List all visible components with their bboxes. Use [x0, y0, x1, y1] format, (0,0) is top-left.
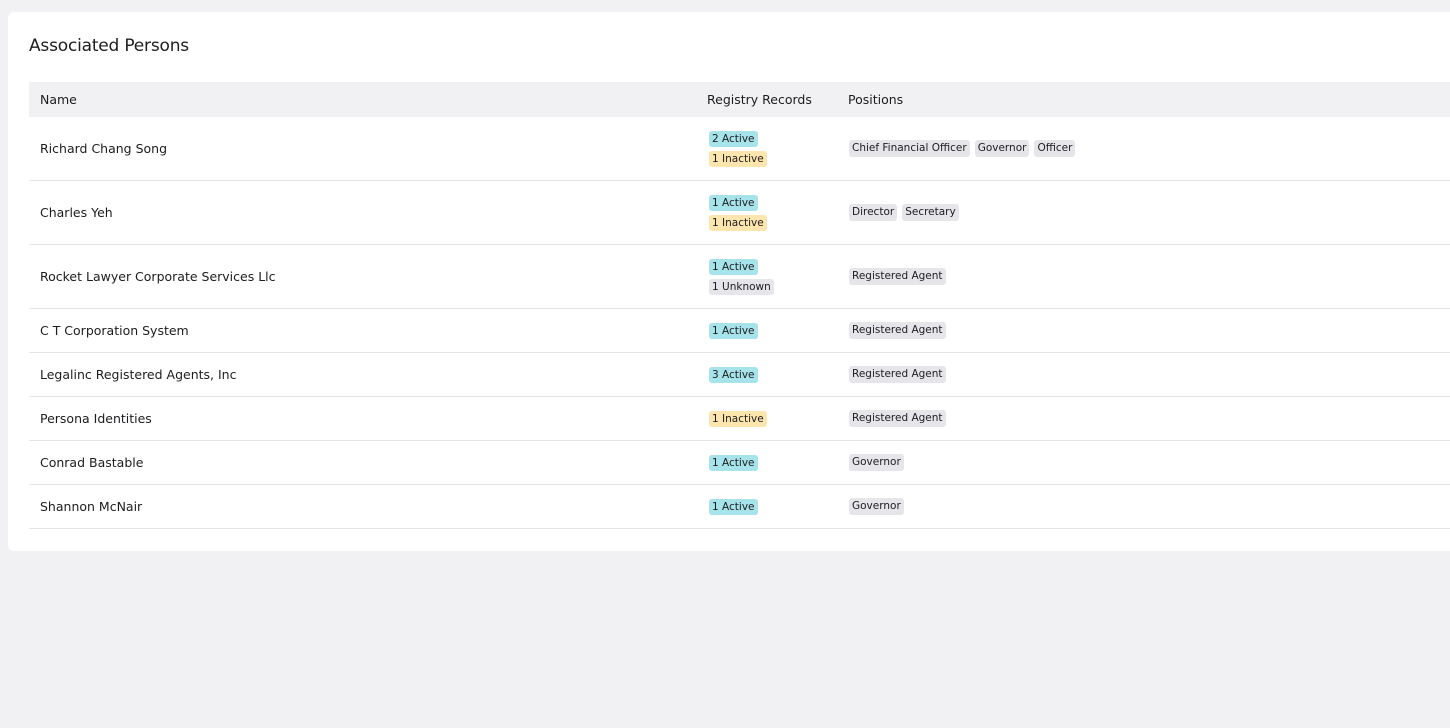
position-tag: Registered Agent [849, 322, 946, 339]
position-tag: Governor [849, 498, 904, 515]
registry-records-cell: 2 Active 1 Inactive [697, 130, 845, 167]
person-name[interactable]: Charles Yeh [29, 205, 697, 220]
position-tag: Registered Agent [849, 366, 946, 383]
person-name[interactable]: Persona Identities [29, 411, 697, 426]
table-row[interactable]: Persona Identities 1 Inactive Registered A… [29, 397, 1450, 441]
positions-cell: Governor [845, 498, 1450, 515]
person-name[interactable]: Conrad Bastable [29, 455, 697, 470]
table-row[interactable]: C T Corporation System 1 Active Registered… [29, 309, 1450, 353]
position-tag: Secretary [902, 204, 959, 221]
registry-status-badge-inactive: 1 Inactive [709, 410, 767, 427]
registry-status-badge-inactive: 1 Inactive [709, 214, 767, 231]
position-tag: Chief Financial Officer [849, 140, 970, 157]
position-tag: Officer [1034, 140, 1076, 157]
registry-status-badge-active: 1 Active [709, 194, 758, 211]
registry-status-badge-active: 1 Active [709, 322, 758, 339]
positions-cell: Registered Agent [845, 322, 1450, 339]
registry-status-badge-active: 3 Active [709, 366, 758, 383]
position-tag: Governor [974, 140, 1030, 157]
registry-records-cell: 1 Active [697, 498, 845, 515]
table-row[interactable]: Richard Chang Song 2 Active 1 Inactive Chie… [29, 117, 1450, 181]
registry-records-cell: 1 Active 1 Unknown [697, 258, 845, 295]
associated-persons-table: Name Registry Records Positions Richard … [29, 82, 1450, 529]
person-name[interactable]: C T Corporation System [29, 323, 697, 338]
registry-records-cell: 3 Active [697, 366, 845, 383]
column-header-registry-records[interactable]: Registry Records [697, 92, 845, 107]
position-tag: Registered Agent [849, 410, 946, 427]
table-row[interactable]: Charles Yeh 1 Active 1 Inactive Director Sec… [29, 181, 1450, 245]
position-tag: Governor [849, 454, 904, 471]
positions-cell: Registered Agent [845, 410, 1450, 427]
registry-status-badge-unknown: 1 Unknown [709, 278, 774, 295]
table-body: Richard Chang Song 2 Active 1 Inactive Chie… [29, 117, 1450, 529]
registry-records-cell: 1 Active [697, 454, 845, 471]
table-row[interactable]: Legalinc Registered Agents, Inc 3 Active R… [29, 353, 1450, 397]
registry-status-badge-active: 2 Active [709, 130, 758, 147]
positions-cell: Registered Agent [845, 268, 1450, 285]
table-row[interactable]: Rocket Lawyer Corporate Services Llc 1 Ac… [29, 245, 1450, 309]
positions-cell: Chief Financial Officer Governor Officer [845, 140, 1450, 157]
table-row[interactable]: Shannon McNair 1 Active Governor [29, 485, 1450, 529]
card-title: Associated Persons [29, 36, 189, 56]
person-name[interactable]: Shannon McNair [29, 499, 697, 514]
person-name[interactable]: Rocket Lawyer Corporate Services Llc [29, 269, 697, 284]
positions-cell: Director Secretary [845, 204, 1450, 221]
registry-records-cell: 1 Inactive [697, 410, 845, 427]
table-row[interactable]: Conrad Bastable 1 Active Governor [29, 441, 1450, 485]
positions-cell: Governor [845, 454, 1450, 471]
column-header-positions[interactable]: Positions [845, 92, 1450, 107]
person-name[interactable]: Richard Chang Song [29, 141, 697, 156]
registry-status-badge-active: 1 Active [709, 454, 758, 471]
registry-status-badge-active: 1 Active [709, 258, 758, 275]
person-name[interactable]: Legalinc Registered Agents, Inc [29, 367, 697, 382]
associated-persons-card: Associated Persons Name Registry Records… [8, 12, 1450, 551]
position-tag: Director [849, 204, 898, 221]
registry-status-badge-active: 1 Active [709, 498, 758, 515]
position-tag: Registered Agent [849, 268, 946, 285]
registry-records-cell: 1 Active [697, 322, 845, 339]
positions-cell: Registered Agent [845, 366, 1450, 383]
column-header-name[interactable]: Name [29, 92, 697, 107]
registry-records-cell: 1 Active 1 Inactive [697, 194, 845, 231]
registry-status-badge-inactive: 1 Inactive [709, 150, 767, 167]
table-header: Name Registry Records Positions [29, 82, 1450, 117]
